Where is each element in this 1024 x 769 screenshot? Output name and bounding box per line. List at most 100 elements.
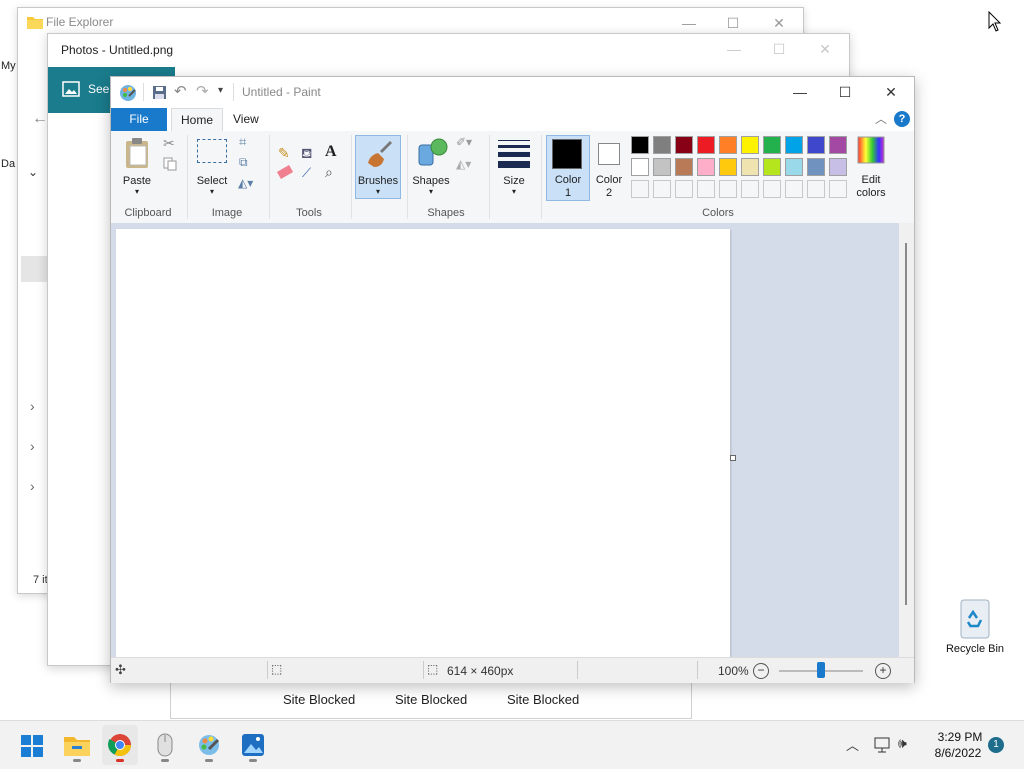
palette-color-swatch[interactable] [829,158,847,176]
show-hidden-icons-chevron-icon[interactable]: ︿ [846,735,859,754]
dropdown-arrow-icon[interactable]: ▾ [409,187,453,196]
color2-swatch[interactable] [598,143,620,165]
customize-quick-access-icon[interactable]: ▾ [218,85,223,96]
palette-empty-swatch[interactable] [829,180,847,198]
browser-window-strip[interactable]: Site Blocked Site Blocked Site Blocked [170,682,692,719]
palette-color-swatch[interactable] [675,136,693,154]
paste-button-label[interactable]: Paste [121,175,153,187]
text-icon[interactable]: A [325,143,337,161]
palette-color-swatch[interactable] [697,158,715,176]
notification-badge[interactable]: 1 [988,737,1004,753]
palette-color-swatch[interactable] [631,136,649,154]
palette-color-swatch[interactable] [675,158,693,176]
shapes-icon[interactable] [415,137,449,169]
close-button[interactable]: ✕ [802,34,848,64]
crop-icon[interactable]: ⌗ [239,134,246,150]
palette-color-swatch[interactable] [807,158,825,176]
resize-icon[interactable]: ⧉ [239,155,248,170]
recycle-bin-desktop-icon[interactable]: Recycle Bin [940,596,1010,666]
palette-color-swatch[interactable] [763,158,781,176]
rotate-icon[interactable]: ◭▾ [238,176,253,190]
fill-icon[interactable]: ⛾ [301,145,312,164]
canvas-resize-handle[interactable] [730,455,736,461]
start-windows-icon[interactable] [21,735,43,757]
shape-fill-icon[interactable]: ◭▾ [456,157,471,171]
chrome-icon[interactable] [108,733,132,757]
eraser-icon[interactable] [276,165,294,179]
palette-color-swatch[interactable] [653,158,671,176]
palette-color-swatch[interactable] [785,158,803,176]
tab-file[interactable]: File [111,108,167,131]
volume-icon[interactable]: 🕪 [898,735,907,752]
edit-colors-icon[interactable] [857,136,885,164]
clock-time[interactable]: 3:29 PM [934,730,986,744]
palette-color-swatch[interactable] [631,158,649,176]
chevron-right-icon[interactable]: › [30,478,35,494]
back-arrow-icon[interactable]: ← [32,110,48,128]
color2-label[interactable]: Color [589,174,629,186]
network-icon[interactable] [874,737,892,753]
palette-empty-swatch[interactable] [807,180,825,198]
palette-color-swatch[interactable] [763,136,781,154]
file-explorer-taskbar-icon[interactable] [64,734,90,756]
select-icon[interactable] [197,139,227,163]
dropdown-arrow-icon[interactable]: ▾ [355,187,401,196]
palette-color-swatch[interactable] [741,158,759,176]
canvas-viewport[interactable] [111,223,899,657]
edit-colors-label[interactable]: Edit [851,174,891,186]
maximize-button[interactable]: ☐ [756,34,802,64]
minimize-button[interactable]: — [711,34,757,64]
mouse-app-icon[interactable] [157,733,173,757]
cut-icon[interactable]: ✂ [163,135,175,152]
palette-color-swatch[interactable] [807,136,825,154]
nav-selected-item[interactable] [21,256,49,282]
minimize-button[interactable]: — [777,77,823,107]
tab-view[interactable]: View [233,112,259,126]
palette-empty-swatch[interactable] [763,180,781,198]
copy-icon[interactable] [163,157,177,171]
palette-color-swatch[interactable] [653,136,671,154]
dropdown-arrow-icon[interactable]: ▾ [193,187,231,196]
palette-color-swatch[interactable] [719,136,737,154]
blocked-tab[interactable]: Site Blocked [395,692,467,707]
color-picker-icon[interactable]: ⟋ [302,165,311,181]
minimize-ribbon-icon[interactable]: ︿ [875,110,887,127]
palette-color-swatch[interactable] [719,158,737,176]
desktop-label-partial[interactable]: Da [1,158,15,170]
zoom-slider-thumb[interactable] [817,662,825,678]
redo-icon[interactable]: ↷ [196,82,209,100]
blocked-tab[interactable]: Site Blocked [283,692,355,707]
zoom-in-button[interactable]: + [875,663,891,679]
maximize-button[interactable]: ☐ [822,77,868,107]
size-label[interactable]: Size [495,175,533,187]
paint-app-icon[interactable] [119,84,137,102]
magnifier-icon[interactable]: ⌕ [325,164,333,181]
palette-color-swatch[interactable] [785,136,803,154]
paste-icon[interactable] [123,137,151,169]
paint-window[interactable]: ↶ ↷ ▾ Untitled - Paint — ☐ ✕ File Home V… [110,76,915,683]
palette-color-swatch[interactable] [741,136,759,154]
pencil-icon[interactable]: ✎ [278,145,290,162]
help-icon[interactable]: ? [894,111,910,127]
drawing-canvas[interactable] [116,229,730,657]
dropdown-arrow-icon[interactable]: ▾ [121,187,153,196]
palette-empty-swatch[interactable] [785,180,803,198]
save-icon[interactable] [152,85,167,100]
chevron-right-icon[interactable]: › [30,438,35,454]
desktop-label-partial[interactable]: My [1,60,16,72]
palette-empty-swatch[interactable] [653,180,671,198]
palette-color-swatch[interactable] [829,136,847,154]
clock-date[interactable]: 8/6/2022 [930,746,986,760]
tab-home[interactable]: Home [171,108,223,132]
palette-empty-swatch[interactable] [631,180,649,198]
outline-icon[interactable]: ✐▾ [456,135,472,149]
palette-empty-swatch[interactable] [697,180,715,198]
undo-icon[interactable]: ↶ [174,82,187,100]
close-button[interactable]: ✕ [868,77,914,107]
blocked-tab[interactable]: Site Blocked [507,692,579,707]
chevron-right-icon[interactable]: › [30,398,35,414]
size-icon[interactable] [498,140,530,168]
vertical-scrollbar[interactable] [899,223,914,657]
chevron-down-icon[interactable]: ⌄ [28,165,38,179]
palette-empty-swatch[interactable] [741,180,759,198]
